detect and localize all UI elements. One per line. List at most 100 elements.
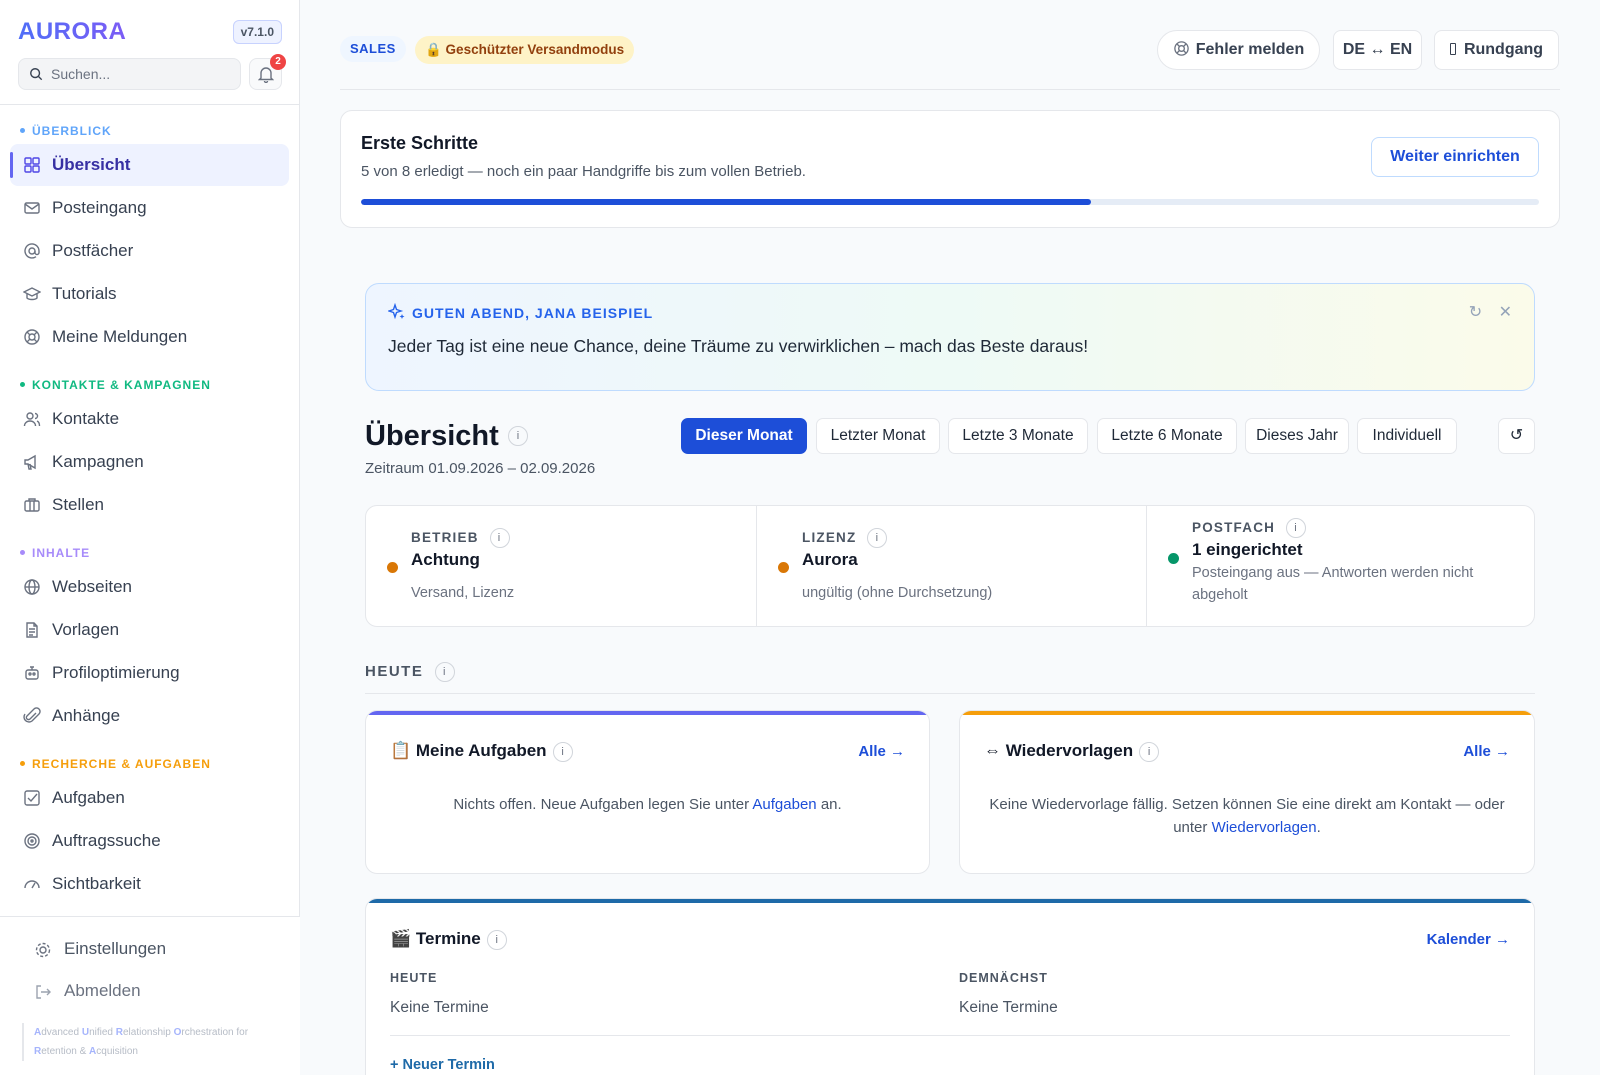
sidebar-item-auftragssuche[interactable]: Auftragssuche <box>10 820 289 862</box>
greeting-banner: GUTEN ABEND, JANA BEISPIEL Jeder Tag ist… <box>365 283 1535 391</box>
search-input[interactable] <box>51 63 231 85</box>
sidebar-section-title: ÜBERBLICK <box>20 124 112 138</box>
tasks-empty-text: Nichts offen. Neue Aufgaben legen Sie un… <box>390 793 905 816</box>
range-button[interactable]: Dieses Jahr <box>1245 418 1349 454</box>
sidebar-item-vorlagen[interactable]: Vorlagen <box>10 609 289 651</box>
range-button[interactable]: Dieser Monat <box>681 418 807 454</box>
sparkle-icon <box>386 302 405 320</box>
sidebar: AURORA v7.1.0 2 ÜBERBLICK Übersicht Postei… <box>0 0 300 1075</box>
appointments-title: 🎬 Termine i <box>390 929 507 950</box>
appointments-soon-value: Keine Termine <box>959 999 1058 1016</box>
info-icon[interactable]: i <box>1139 742 1160 762</box>
tagline-word: etention & <box>41 1046 90 1057</box>
status-panel: BETRIEB i Achtung Versand, Lizenz LIZENZ iA… <box>365 505 1535 627</box>
tagline-initial: R <box>115 1027 123 1038</box>
tasks-link[interactable]: Aufgaben <box>752 796 816 813</box>
followups-all-link[interactable]: Alle → <box>1463 743 1510 760</box>
document-icon <box>26 622 38 638</box>
sidebar-item-meine-meldungen[interactable]: Meine Meldungen <box>10 316 289 358</box>
appointments-card: 🎬 Termine i Kalender → HEUTE DEMNÄCHST Ke… <box>365 898 1535 1075</box>
sidebar-item-übersicht[interactable]: Übersicht <box>10 144 289 186</box>
checkbox-icon <box>24 790 40 806</box>
info-icon[interactable]: i <box>486 930 507 950</box>
search-box[interactable] <box>18 58 241 90</box>
megaphone-icon <box>24 454 36 470</box>
info-icon[interactable]: i <box>489 528 510 548</box>
status-key-text: LIZENZ <box>802 530 857 545</box>
language-toggle[interactable]: DE ↔ EN <box>1333 30 1422 70</box>
sidebar-item-stellen[interactable]: Stellen <box>10 484 289 526</box>
calendar-link[interactable]: Kalender → <box>1427 931 1510 948</box>
robot-icon <box>25 666 39 680</box>
sidebar-item-kontakte[interactable]: Kontakte <box>10 398 289 440</box>
sidebar-item-label: Tutorials <box>52 284 117 303</box>
briefcase-icon <box>24 498 40 512</box>
info-icon[interactable]: i <box>508 426 528 446</box>
sidebar-item-tutorials[interactable]: Tutorials <box>10 273 289 315</box>
today-heading-text: HEUTE <box>365 663 424 680</box>
sidebar-footer: Einstellungen Abmelden Advanced Unified … <box>0 916 300 1075</box>
appointments-soon-header: DEMNÄCHST <box>959 971 1048 985</box>
tasks-title: 📋 Meine Aufgaben i <box>390 741 573 762</box>
greeting-heading-text: GUTEN ABEND, JANA BEISPIEL <box>412 305 654 321</box>
sidebar-nav: ÜBERBLICK Übersicht Posteingang Postfächer T… <box>0 112 300 912</box>
tasks-all-link[interactable]: Alle → <box>858 743 905 760</box>
appointments-today-value: Keine Termine <box>390 999 489 1016</box>
continue-setup-button[interactable]: Weiter einrichten <box>1371 137 1539 177</box>
sidebar-item-logout[interactable]: Abmelden <box>22 973 282 1009</box>
status-column: BETRIEB i Achtung Versand, Lizenz <box>366 506 756 626</box>
app-logo[interactable]: AURORA <box>18 18 126 46</box>
close-icon[interactable]: ✕ <box>1499 304 1512 321</box>
range-button[interactable]: Letzte 6 Monate <box>1097 418 1237 454</box>
sidebar-item-label: Anhänge <box>52 706 121 725</box>
info-icon[interactable]: i <box>435 662 456 682</box>
globe-icon <box>24 579 40 595</box>
sidebar-item-profiloptimierung[interactable]: Profiloptimierung <box>10 652 289 694</box>
users-icon <box>23 412 41 427</box>
target-icon <box>24 833 40 849</box>
followups-link[interactable]: Wiedervorlagen <box>1212 819 1317 836</box>
lifebuoy-icon <box>1173 41 1189 56</box>
sidebar-item-sichtbarkeit[interactable]: Sichtbarkeit <box>10 863 289 905</box>
info-icon[interactable]: i <box>552 742 573 762</box>
sidebar-item-label: Stellen <box>52 495 104 514</box>
sidebar-item-anhänge[interactable]: Anhänge <box>10 695 289 737</box>
sidebar-item-label: Meine Meldungen <box>52 327 188 346</box>
tour-button[interactable]: Rundgang <box>1434 30 1559 70</box>
reset-range-button[interactable]: ↺ <box>1498 418 1535 454</box>
sidebar-item-label: Kontakte <box>52 409 120 428</box>
status-sub: ungültig (ohne Durchsetzung) <box>802 585 993 601</box>
status-value: Achtung <box>411 550 480 569</box>
lifebuoy-icon <box>24 329 40 345</box>
status-dot <box>387 562 398 573</box>
range-button[interactable]: Letzter Monat <box>816 418 940 454</box>
bell-icon <box>258 67 274 83</box>
onboarding-title: Erste Schritte <box>361 133 479 153</box>
dashboard-icon <box>24 157 40 173</box>
section-title-text: ÜBERBLICK <box>32 124 112 138</box>
notifications-button[interactable]: 2 <box>249 54 286 90</box>
followups-accent-bar <box>960 711 1534 715</box>
sidebar-item-postfächer[interactable]: Postfächer <box>10 230 289 272</box>
section-title-text: INHALTE <box>32 546 91 560</box>
sidebar-item-label: Profiloptimierung <box>52 663 180 682</box>
greeting-heading: GUTEN ABEND, JANA BEISPIEL <box>386 302 654 321</box>
sidebar-item-posteingang[interactable]: Posteingang <box>10 187 289 229</box>
section-title-text: KONTAKTE & KAMPAGNEN <box>32 378 211 392</box>
info-icon[interactable]: i <box>867 528 888 548</box>
tagline-word: cquisition <box>96 1046 138 1057</box>
sidebar-item-webseiten[interactable]: Webseiten <box>10 566 289 608</box>
info-icon[interactable]: i <box>1286 518 1307 538</box>
range-button[interactable]: Letzte 3 Monate <box>948 418 1088 454</box>
new-appointment-button[interactable]: + Neuer Termin <box>390 1057 495 1073</box>
tour-icon <box>1449 43 1456 55</box>
onboarding-card: Erste Schritte 5 von 8 erledigt — noch e… <box>340 110 1560 228</box>
greeting-message: Jeder Tag ist eine neue Chance, deine Tr… <box>388 336 1089 356</box>
sidebar-item-kampagnen[interactable]: Kampagnen <box>10 441 289 483</box>
range-button[interactable]: Individuell <box>1357 418 1457 454</box>
sidebar-item-label: Postfächer <box>52 241 134 260</box>
sidebar-item-aufgaben[interactable]: Aufgaben <box>10 777 289 819</box>
sidebar-item-settings[interactable]: Einstellungen <box>22 931 282 967</box>
refresh-icon[interactable]: ↻ <box>1469 304 1482 321</box>
report-error-button[interactable]: Fehler melden <box>1157 30 1320 70</box>
